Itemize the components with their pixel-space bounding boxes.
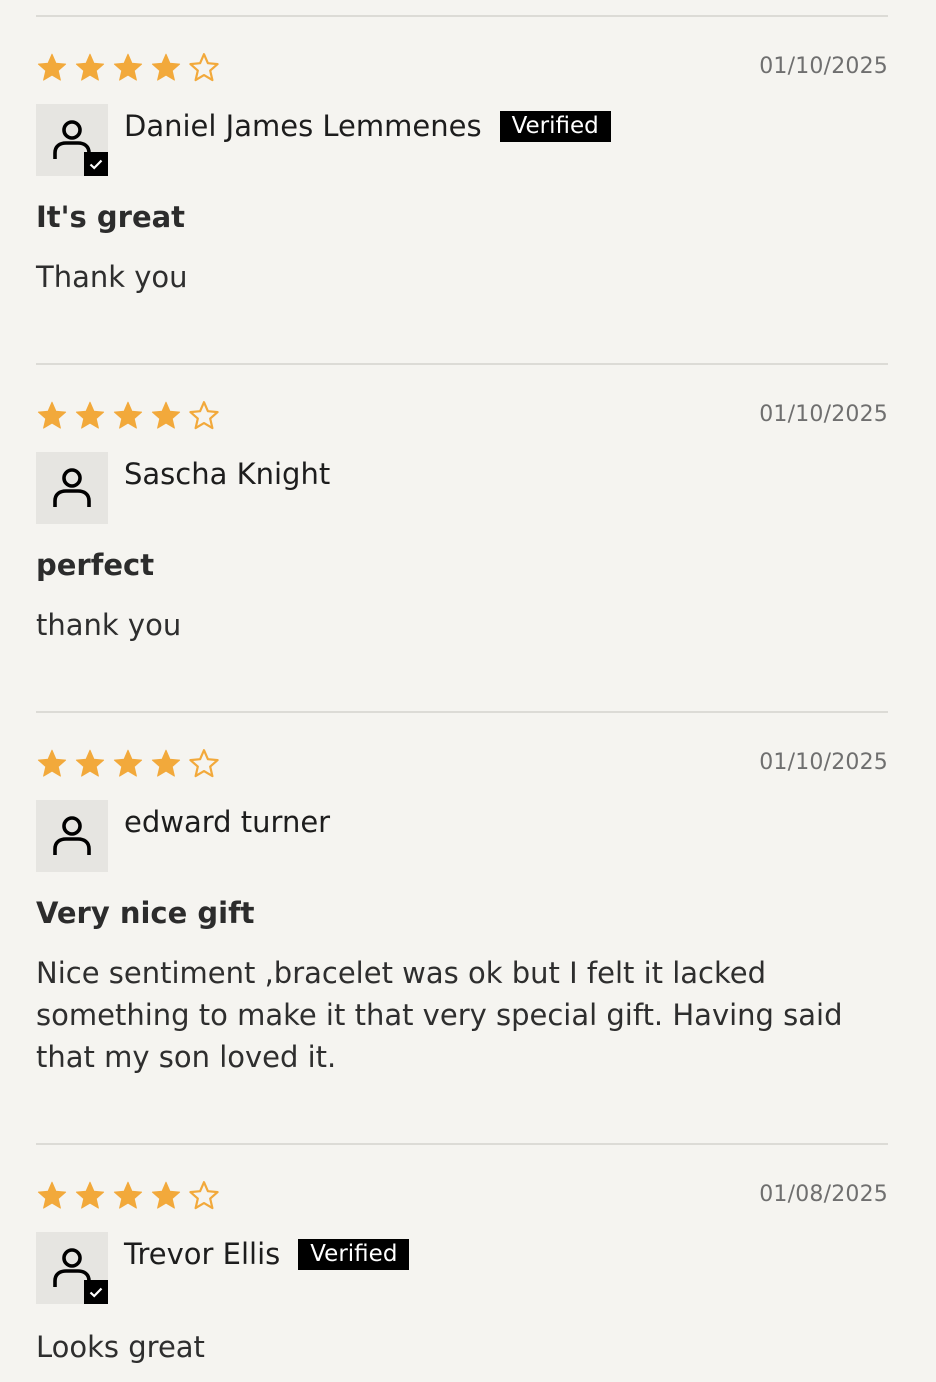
avatar (36, 452, 108, 524)
author-row: Sascha Knight (124, 452, 330, 496)
review-date: 01/10/2025 (759, 750, 888, 775)
star-icon (37, 401, 67, 429)
star-outline-icon (189, 749, 219, 778)
star-icon (113, 401, 143, 429)
star-icon (75, 1181, 105, 1209)
star-icon (75, 53, 105, 81)
star-icon (75, 749, 105, 777)
star-icon (151, 1181, 181, 1209)
review-author: Trevor Ellis (124, 1237, 281, 1271)
author-row: Daniel James Lemmenes Verified (124, 104, 611, 148)
avatar (36, 1232, 108, 1304)
verified-badge: Verified (298, 1238, 410, 1270)
star-outline-icon (189, 401, 219, 430)
star-rating (36, 1180, 220, 1212)
verified-check (84, 152, 108, 176)
star-icon (37, 1181, 67, 1209)
checkmark-icon (89, 159, 103, 170)
review-body: Nice sentiment ,bracelet was ok but I fe… (36, 956, 843, 1074)
checkmark-icon (89, 1287, 103, 1298)
author-row: edward turner (124, 800, 330, 844)
review-author: Sascha Knight (124, 457, 331, 491)
review-title: Very nice gift (36, 896, 255, 930)
star-outline-icon (189, 53, 219, 82)
star-icon (151, 53, 181, 81)
review-author: edward turner (124, 805, 331, 839)
review-body: Thank you (36, 260, 188, 294)
review-body: thank you (36, 608, 182, 642)
star-icon (113, 1181, 143, 1209)
star-icon (37, 53, 67, 81)
star-icon (113, 53, 143, 81)
star-icon (151, 749, 181, 777)
review-title: perfect (36, 548, 155, 582)
review-date: 01/10/2025 (759, 402, 888, 427)
star-icon (151, 401, 181, 429)
star-outline-icon (189, 1181, 219, 1210)
review-body: Looks great (36, 1330, 205, 1364)
verified-check (84, 1280, 108, 1304)
star-icon (37, 749, 67, 777)
star-icon (113, 749, 143, 777)
review-divider (36, 363, 888, 365)
review-divider (36, 1143, 888, 1145)
review-author: Daniel James Lemmenes (124, 109, 482, 143)
user-icon (53, 468, 91, 507)
avatar (36, 800, 108, 872)
user-icon (53, 816, 91, 855)
review-divider (36, 711, 888, 713)
review-title: It's great (36, 200, 186, 234)
star-rating (36, 52, 220, 84)
review-date: 01/10/2025 (759, 54, 888, 79)
avatar (36, 104, 108, 176)
review-divider (36, 15, 888, 17)
author-row: Trevor Ellis Verified (124, 1232, 410, 1276)
verified-badge: Verified (499, 110, 611, 142)
review-date: 01/08/2025 (759, 1182, 888, 1207)
star-icon (75, 401, 105, 429)
star-rating (36, 400, 220, 432)
star-rating (36, 748, 220, 780)
